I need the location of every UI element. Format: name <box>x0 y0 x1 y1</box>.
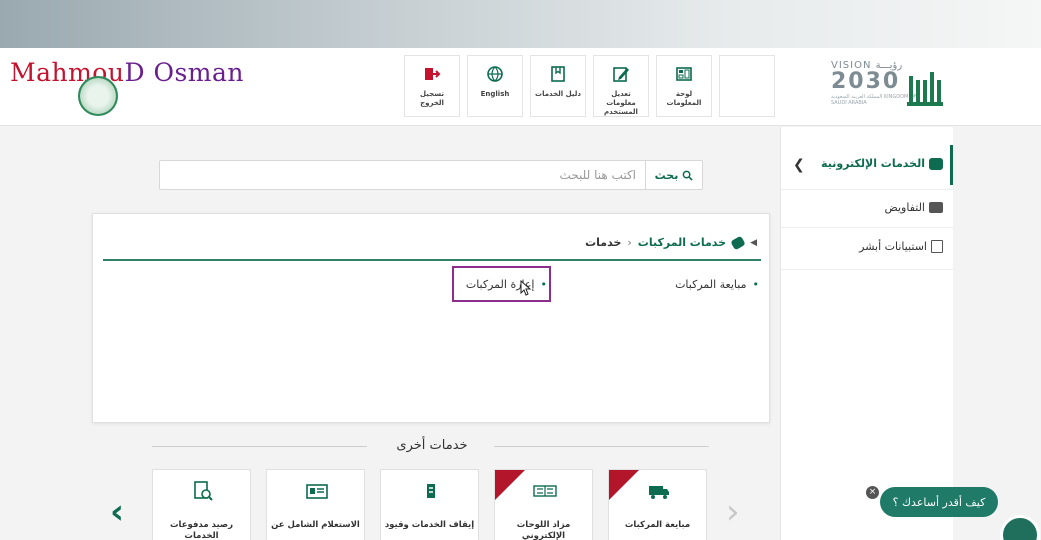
heading-line-left <box>152 446 367 447</box>
dashboard-icon <box>676 67 692 81</box>
sidebar-active-indicator <box>950 145 953 185</box>
sidebar-item-e-services[interactable]: الخدمات الإلكترونية <box>821 157 943 170</box>
search-button[interactable]: بحث <box>645 161 702 189</box>
caret-right-icon: ◀ <box>750 237 757 248</box>
id-card-icon <box>306 484 328 499</box>
chevron-left-icon[interactable]: ❮ <box>793 157 805 173</box>
search-bar: بحث اكتب هنا للبحث <box>159 160 703 190</box>
globe-icon <box>487 66 503 82</box>
english-button[interactable]: English <box>467 55 523 117</box>
search-input[interactable]: اكتب هنا للبحث <box>560 168 636 182</box>
breadcrumb-current: خدمات <box>585 236 622 249</box>
service-card-plate-auction[interactable]: مزاد اللوحات الإلكتروني <box>494 469 593 540</box>
edit-user-info-button[interactable]: تعديل معلومات المستخدم <box>593 55 649 117</box>
services-panel: ◀ خدمات المركبات ‹ خدمات مبايعة المركبات… <box>92 213 770 423</box>
other-services-heading: خدمات أخرى <box>152 437 709 457</box>
dashboard-button[interactable]: لوحة المعلومات <box>656 55 712 117</box>
top-banner <box>0 0 1041 48</box>
empty-header-slot <box>719 55 775 117</box>
sidebar-divider <box>781 227 954 228</box>
absher-logo <box>907 72 943 106</box>
heading-line-right <box>494 446 709 447</box>
new-ribbon <box>495 470 525 500</box>
service-card-stop-services[interactable]: إيقاف الخدمات وقيود <box>380 469 479 540</box>
receipt-search-icon <box>194 481 213 501</box>
carousel-prev-arrow[interactable]: ‹ <box>110 492 124 532</box>
edit-icon <box>613 67 629 82</box>
e-services-icon <box>929 157 943 170</box>
stop-services-icon <box>427 484 435 498</box>
service-card-comprehensive-inquiry[interactable]: الاستعلام الشامل عن <box>266 469 365 540</box>
book-icon <box>551 66 565 82</box>
watermark-text: MahmouD Osman <box>10 58 244 87</box>
survey-icon <box>931 240 943 253</box>
briefcase-icon <box>929 202 943 213</box>
mouse-cursor-icon <box>520 280 532 296</box>
truck-icon <box>649 486 669 499</box>
plate-icon <box>533 485 557 497</box>
breadcrumb: ◀ خدمات المركبات ‹ خدمات <box>585 235 757 250</box>
carousel-next-arrow[interactable]: › <box>726 492 740 532</box>
panel-divider <box>103 259 761 261</box>
sidebar-item-delegations[interactable]: التفاويض <box>885 201 943 214</box>
seal-logo <box>78 76 118 116</box>
vehicle-icon <box>730 235 746 250</box>
service-link-vehicle-sale[interactable]: مبايعة المركبات <box>675 278 759 291</box>
logout-icon <box>425 68 441 80</box>
breadcrumb-separator: ‹ <box>627 236 632 249</box>
breadcrumb-link-vehicle-services[interactable]: خدمات المركبات <box>638 236 726 249</box>
highlight-box <box>452 266 551 302</box>
new-ribbon <box>609 470 639 500</box>
header: MahmouD Osman تسجيل الخروج English دليل … <box>0 48 1041 126</box>
logout-button[interactable]: تسجيل الخروج <box>404 55 460 117</box>
service-card-payments-balance[interactable]: رصيد مدفوعات الخدمات <box>152 469 251 540</box>
sidebar-item-surveys[interactable]: استبيانات أبشر <box>859 240 943 253</box>
search-icon <box>682 170 694 181</box>
chat-icon[interactable] <box>1000 515 1040 540</box>
help-chat-button[interactable]: كيف أقدر أساعدك ؟ <box>880 487 998 517</box>
service-card-vehicle-sale[interactable]: مبايعة المركبات <box>608 469 707 540</box>
close-icon[interactable]: × <box>866 486 879 499</box>
sidebar-divider <box>781 269 954 270</box>
services-guide-button[interactable]: دليل الخدمات <box>530 55 586 117</box>
sidebar-divider <box>781 189 954 190</box>
sidebar: ❮ الخدمات الإلكترونية التفاويض استبيانات… <box>780 127 954 540</box>
